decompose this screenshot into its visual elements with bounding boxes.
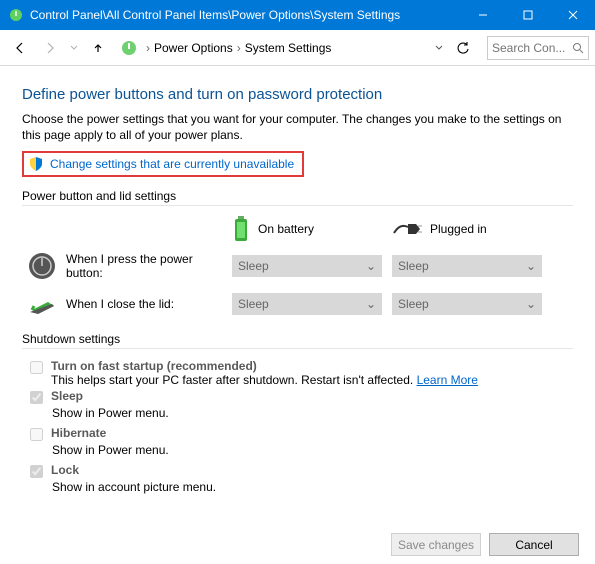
recent-dropdown[interactable]	[66, 34, 82, 62]
col-plugged-in: Plugged in	[392, 221, 552, 237]
lock-desc: Show in account picture menu.	[52, 480, 573, 494]
maximize-button[interactable]	[505, 0, 550, 30]
change-settings-link[interactable]: Change settings that are currently unava…	[22, 151, 304, 177]
back-button[interactable]	[6, 34, 34, 62]
crumb-system-settings[interactable]: System Settings	[245, 41, 332, 55]
forward-button[interactable]	[36, 34, 64, 62]
search-icon	[572, 42, 584, 54]
power-options-icon	[120, 39, 138, 57]
close-button[interactable]	[550, 0, 595, 30]
lid-battery-dropdown[interactable]: Sleep⌄	[232, 293, 382, 315]
content: Define power buttons and turn on passwor…	[0, 66, 595, 510]
chevron-down-icon: ⌄	[366, 259, 376, 273]
chevron-down-icon: ⌄	[366, 297, 376, 311]
opt-fast-startup: Turn on fast startup (recommended) This …	[22, 359, 573, 387]
opt-lock: Lock	[22, 463, 573, 478]
navbar: › Power Options › System Settings	[0, 30, 595, 66]
opt-sleep: Sleep	[22, 389, 573, 404]
section-shutdown: Shutdown settings	[22, 332, 573, 346]
section-power-button: Power button and lid settings	[22, 189, 573, 203]
chevron-down-icon: ⌄	[526, 259, 536, 273]
up-button[interactable]	[84, 34, 112, 62]
chevron-right-icon: ›	[146, 41, 150, 55]
footer: Save changes Cancel	[391, 533, 579, 556]
cancel-button[interactable]: Cancel	[489, 533, 579, 556]
titlebar[interactable]: Control Panel\All Control Panel Items\Po…	[0, 0, 595, 30]
lid-plugged-dropdown[interactable]: Sleep⌄	[392, 293, 542, 315]
battery-icon	[232, 216, 250, 242]
lock-checkbox	[30, 465, 43, 478]
plug-icon	[392, 221, 422, 237]
power-button-battery-dropdown[interactable]: Sleep⌄	[232, 255, 382, 277]
minimize-button[interactable]	[460, 0, 505, 30]
crumb-power-options[interactable]: Power Options	[154, 41, 233, 55]
row-close-lid: When I close the lid:	[22, 290, 232, 318]
divider	[22, 348, 573, 349]
chevron-right-icon: ›	[237, 41, 241, 55]
search-box[interactable]	[487, 36, 589, 60]
shield-icon	[28, 156, 44, 172]
hibernate-checkbox	[30, 428, 43, 441]
intro-text: Choose the power settings that you want …	[22, 111, 573, 143]
breadcrumb[interactable]: › Power Options › System Settings	[144, 41, 429, 55]
row-power-button: When I press the power button:	[22, 252, 232, 280]
fast-startup-checkbox	[30, 361, 43, 374]
window-title: Control Panel\All Control Panel Items\Po…	[30, 8, 460, 22]
divider	[22, 205, 573, 206]
sleep-desc: Show in Power menu.	[52, 406, 573, 420]
refresh-button[interactable]	[449, 34, 477, 62]
change-settings-label: Change settings that are currently unava…	[50, 157, 294, 171]
opt-hibernate: Hibernate	[22, 426, 573, 441]
chevron-down-icon[interactable]	[431, 34, 447, 62]
col-on-battery: On battery	[232, 216, 392, 242]
power-button-plugged-dropdown[interactable]: Sleep⌄	[392, 255, 542, 277]
learn-more-link[interactable]: Learn More	[417, 373, 478, 387]
power-options-icon	[8, 7, 24, 23]
save-button[interactable]: Save changes	[391, 533, 481, 556]
chevron-down-icon: ⌄	[526, 297, 536, 311]
page-title: Define power buttons and turn on passwor…	[22, 86, 573, 103]
laptop-lid-icon	[28, 290, 56, 318]
sleep-checkbox	[30, 391, 43, 404]
hibernate-desc: Show in Power menu.	[52, 443, 573, 457]
power-icon	[28, 252, 56, 280]
search-input[interactable]	[492, 41, 568, 55]
